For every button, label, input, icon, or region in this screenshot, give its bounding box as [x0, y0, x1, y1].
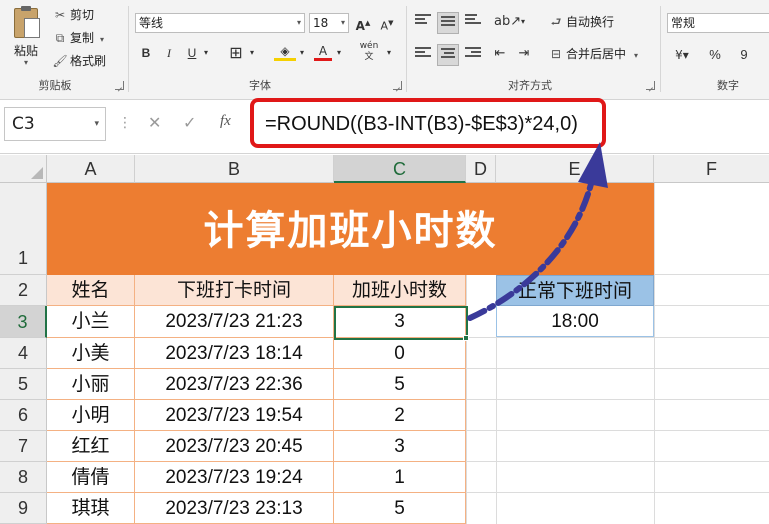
arrowhead-icon [578, 142, 608, 188]
arrow-shaft [467, 177, 595, 321]
annotation-arrow [467, 142, 608, 321]
